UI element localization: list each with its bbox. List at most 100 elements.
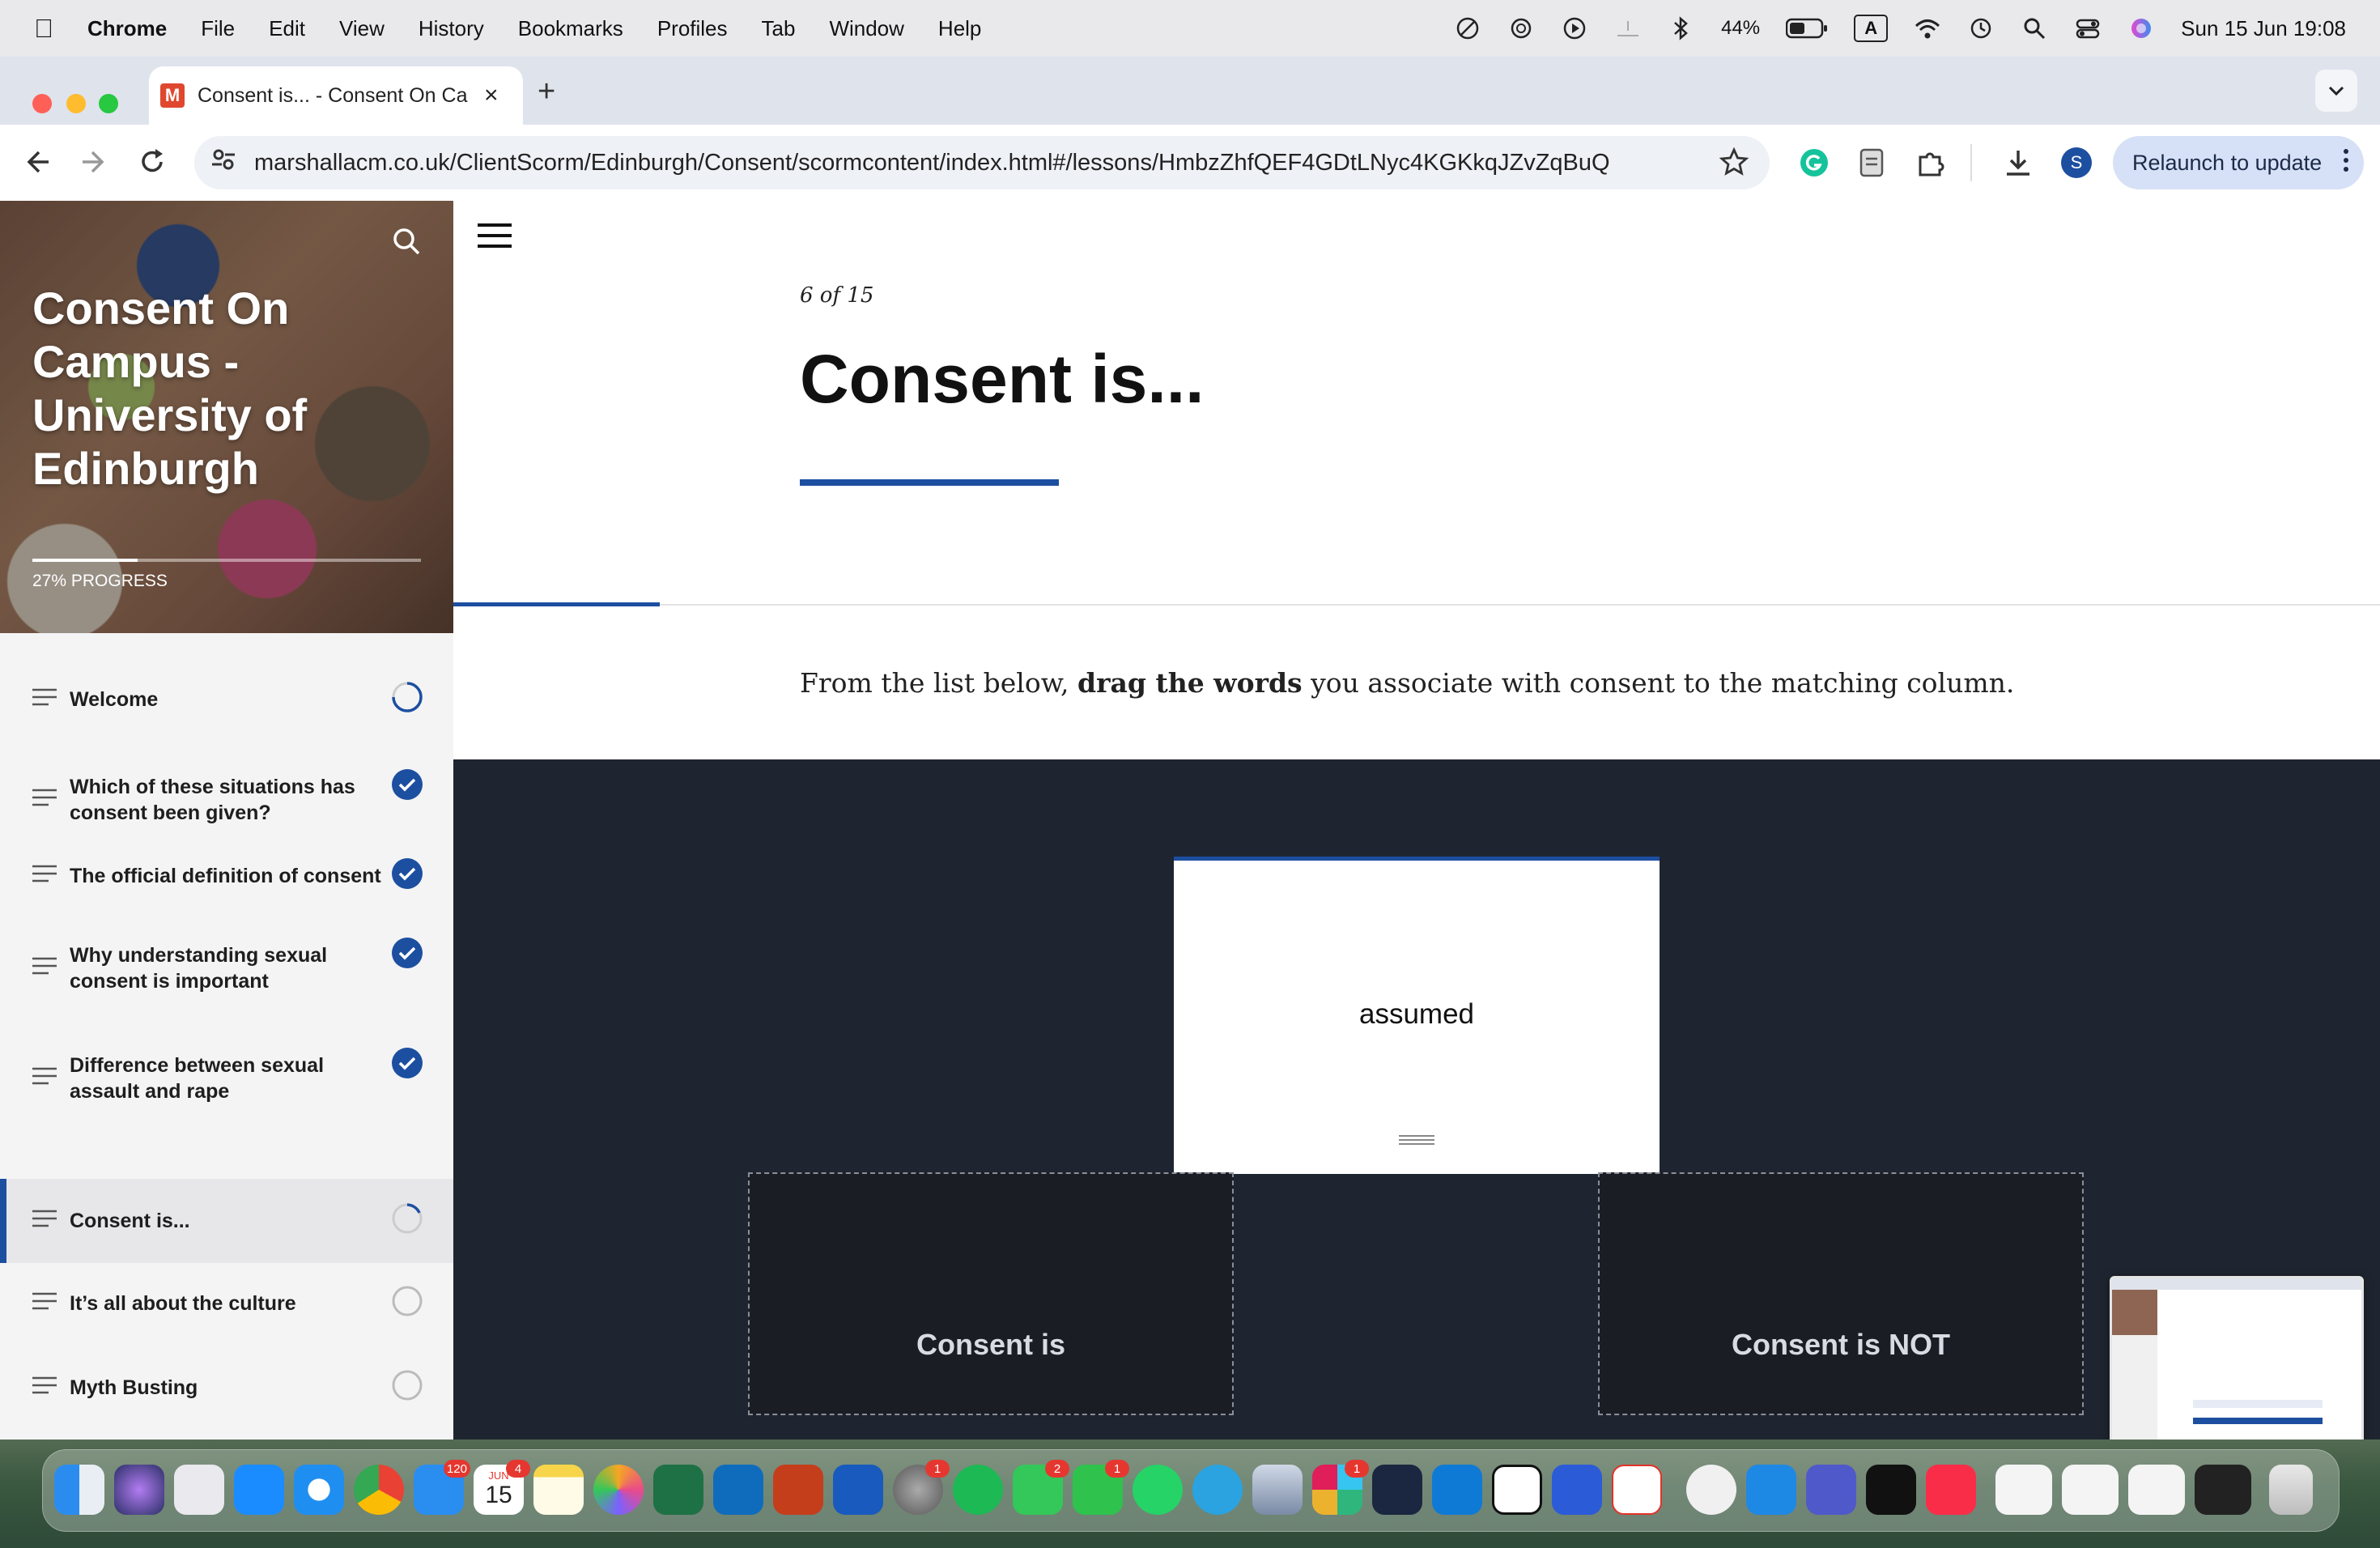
back-button[interactable] <box>21 146 53 182</box>
spotlight-search-icon[interactable] <box>2021 15 2048 42</box>
music-icon[interactable] <box>1926 1465 1976 1515</box>
instruction-bold: drag the words <box>1077 667 1303 699</box>
minimized-window-4[interactable] <box>2195 1465 2251 1515</box>
calendar-icon[interactable]: JUN 15 4 <box>474 1460 530 1515</box>
whatsapp-icon[interactable] <box>1133 1465 1183 1515</box>
nordvpn-icon[interactable] <box>1552 1465 1602 1515</box>
siri-icon[interactable] <box>2127 15 2155 42</box>
sidebar-item-welcome[interactable]: Welcome <box>0 674 453 725</box>
drag-handle-icon[interactable] <box>1399 1134 1434 1150</box>
powerpoint-icon[interactable] <box>773 1465 823 1515</box>
control-center-icon[interactable] <box>2074 15 2102 42</box>
sidebar-item-official-definition[interactable]: The official definition of consent <box>0 850 453 902</box>
chrome-icon[interactable] <box>354 1465 404 1515</box>
notes-icon[interactable] <box>533 1465 584 1515</box>
grammarly-extension-icon[interactable] <box>1799 147 1830 182</box>
slack-icon[interactable]: 1 <box>1312 1460 1369 1515</box>
app-menu[interactable]: Chrome <box>87 16 167 41</box>
thumb-field <box>2193 1400 2323 1408</box>
relaunch-to-update-button[interactable]: Relaunch to update <box>2113 136 2364 189</box>
draggable-word-card[interactable]: assumed <box>1174 857 1660 1174</box>
siri-app-icon[interactable] <box>114 1465 164 1515</box>
extensions-puzzle-icon[interactable] <box>1915 147 1946 182</box>
menu-tab[interactable]: Tab <box>762 16 796 41</box>
search-icon[interactable] <box>390 225 423 262</box>
menu-profiles[interactable]: Profiles <box>657 16 728 41</box>
menu-history[interactable]: History <box>419 16 484 41</box>
mail-icon[interactable]: 120 <box>414 1460 470 1515</box>
chatgpt-app-icon[interactable] <box>1686 1465 1736 1515</box>
battery-icon[interactable] <box>1786 15 1828 42</box>
play-icon[interactable] <box>1561 15 1588 42</box>
app-store-icon[interactable] <box>234 1465 284 1515</box>
close-window-button[interactable] <box>32 94 52 113</box>
zoom-window-button[interactable] <box>99 94 118 113</box>
system-settings-icon[interactable]: 1 <box>893 1460 950 1515</box>
menu-help[interactable]: Help <box>938 16 981 41</box>
finder-icon[interactable] <box>54 1465 104 1515</box>
tab-search-button[interactable] <box>2315 70 2357 112</box>
telegram-icon[interactable] <box>1192 1465 1243 1515</box>
hamburger-menu-icon[interactable] <box>478 222 512 253</box>
launchpad-icon[interactable] <box>174 1465 224 1515</box>
keynote-icon[interactable] <box>1746 1465 1796 1515</box>
teams-icon[interactable] <box>1806 1465 1856 1515</box>
minimized-window-3[interactable] <box>2128 1465 2185 1515</box>
sidebar-item-myth-busting[interactable]: Myth Busting <box>0 1362 453 1414</box>
activity-monitor-icon[interactable] <box>1866 1465 1916 1515</box>
close-tab-icon[interactable]: × <box>484 82 499 109</box>
address-bar[interactable]: marshallacm.co.uk/ClientScorm/Edinburgh/… <box>194 136 1770 189</box>
messages-icon[interactable]: 2 <box>1013 1460 1069 1515</box>
menu-view[interactable]: View <box>339 16 385 41</box>
chatgpt-icon[interactable] <box>1507 15 1535 42</box>
brightness-icon[interactable] <box>1614 15 1642 42</box>
minimized-window-1[interactable] <box>1995 1465 2052 1515</box>
new-tab-button[interactable]: + <box>538 74 555 109</box>
notion-icon[interactable] <box>1492 1465 1542 1515</box>
menu-edit[interactable]: Edit <box>269 16 305 41</box>
facetime-icon[interactable]: 1 <box>1073 1460 1129 1515</box>
tab-active[interactable]: M Consent is... - Consent On Ca × <box>149 66 523 125</box>
spotify-icon[interactable] <box>953 1465 1003 1515</box>
minimize-window-button[interactable] <box>66 94 86 113</box>
menu-bookmarks[interactable]: Bookmarks <box>518 16 623 41</box>
drop-zone-consent-is-not[interactable]: Consent is NOT <box>1598 1172 2084 1415</box>
focus-icon[interactable] <box>1454 15 1481 42</box>
reload-button[interactable] <box>136 146 168 182</box>
more-menu-icon[interactable] <box>2343 147 2349 179</box>
trash-icon[interactable] <box>2269 1465 2313 1515</box>
screenshot-thumbnail[interactable] <box>2110 1276 2364 1446</box>
url-text[interactable]: marshallacm.co.uk/ClientScorm/Edinburgh/… <box>254 150 1663 176</box>
input-source-icon[interactable]: A <box>1854 15 1889 42</box>
sidebar-item-situations[interactable]: Which of these situations has consent be… <box>0 766 453 834</box>
safari-icon[interactable] <box>294 1465 344 1515</box>
outlook-icon[interactable] <box>713 1465 763 1515</box>
vscode-icon[interactable] <box>1432 1465 1482 1515</box>
sidebar-item-assault-vs-rape[interactable]: Difference between sexual assault and ra… <box>0 1044 453 1112</box>
word-icon[interactable] <box>833 1465 883 1515</box>
apple-menu-icon[interactable]:  <box>34 14 53 44</box>
excel-icon[interactable] <box>653 1465 703 1515</box>
sidebar-item-why-important[interactable]: Why understanding sexual consent is impo… <box>0 934 453 1002</box>
sidebar-item-culture[interactable]: It’s all about the culture <box>0 1278 453 1329</box>
site-info-icon[interactable] <box>210 147 236 179</box>
profile-avatar[interactable]: S <box>2061 147 2092 178</box>
cursor-app-icon[interactable] <box>1372 1465 1422 1515</box>
reading-mode-icon[interactable] <box>1859 147 1885 182</box>
bluetooth-icon[interactable] <box>1668 15 1695 42</box>
time-machine-icon[interactable] <box>1967 15 1995 42</box>
downloads-icon[interactable] <box>2003 147 2034 182</box>
zotero-icon[interactable] <box>1612 1465 1662 1515</box>
bookmark-star-icon[interactable] <box>1719 147 1749 183</box>
menu-file[interactable]: File <box>201 16 235 41</box>
lesson-list-icon <box>32 788 57 813</box>
minimized-window-2[interactable] <box>2062 1465 2119 1515</box>
menubar-clock[interactable]: Sun 15 Jun 19:08 <box>2181 16 2346 41</box>
forward-button[interactable] <box>78 146 110 182</box>
drop-zone-consent-is[interactable]: Consent is <box>748 1172 1234 1415</box>
menu-window[interactable]: Window <box>829 16 903 41</box>
wifi-icon[interactable] <box>1914 15 1941 42</box>
photos-icon[interactable] <box>593 1465 644 1515</box>
preview-icon[interactable] <box>1252 1465 1303 1515</box>
sidebar-item-consent-is[interactable]: Consent is... <box>0 1179 453 1263</box>
